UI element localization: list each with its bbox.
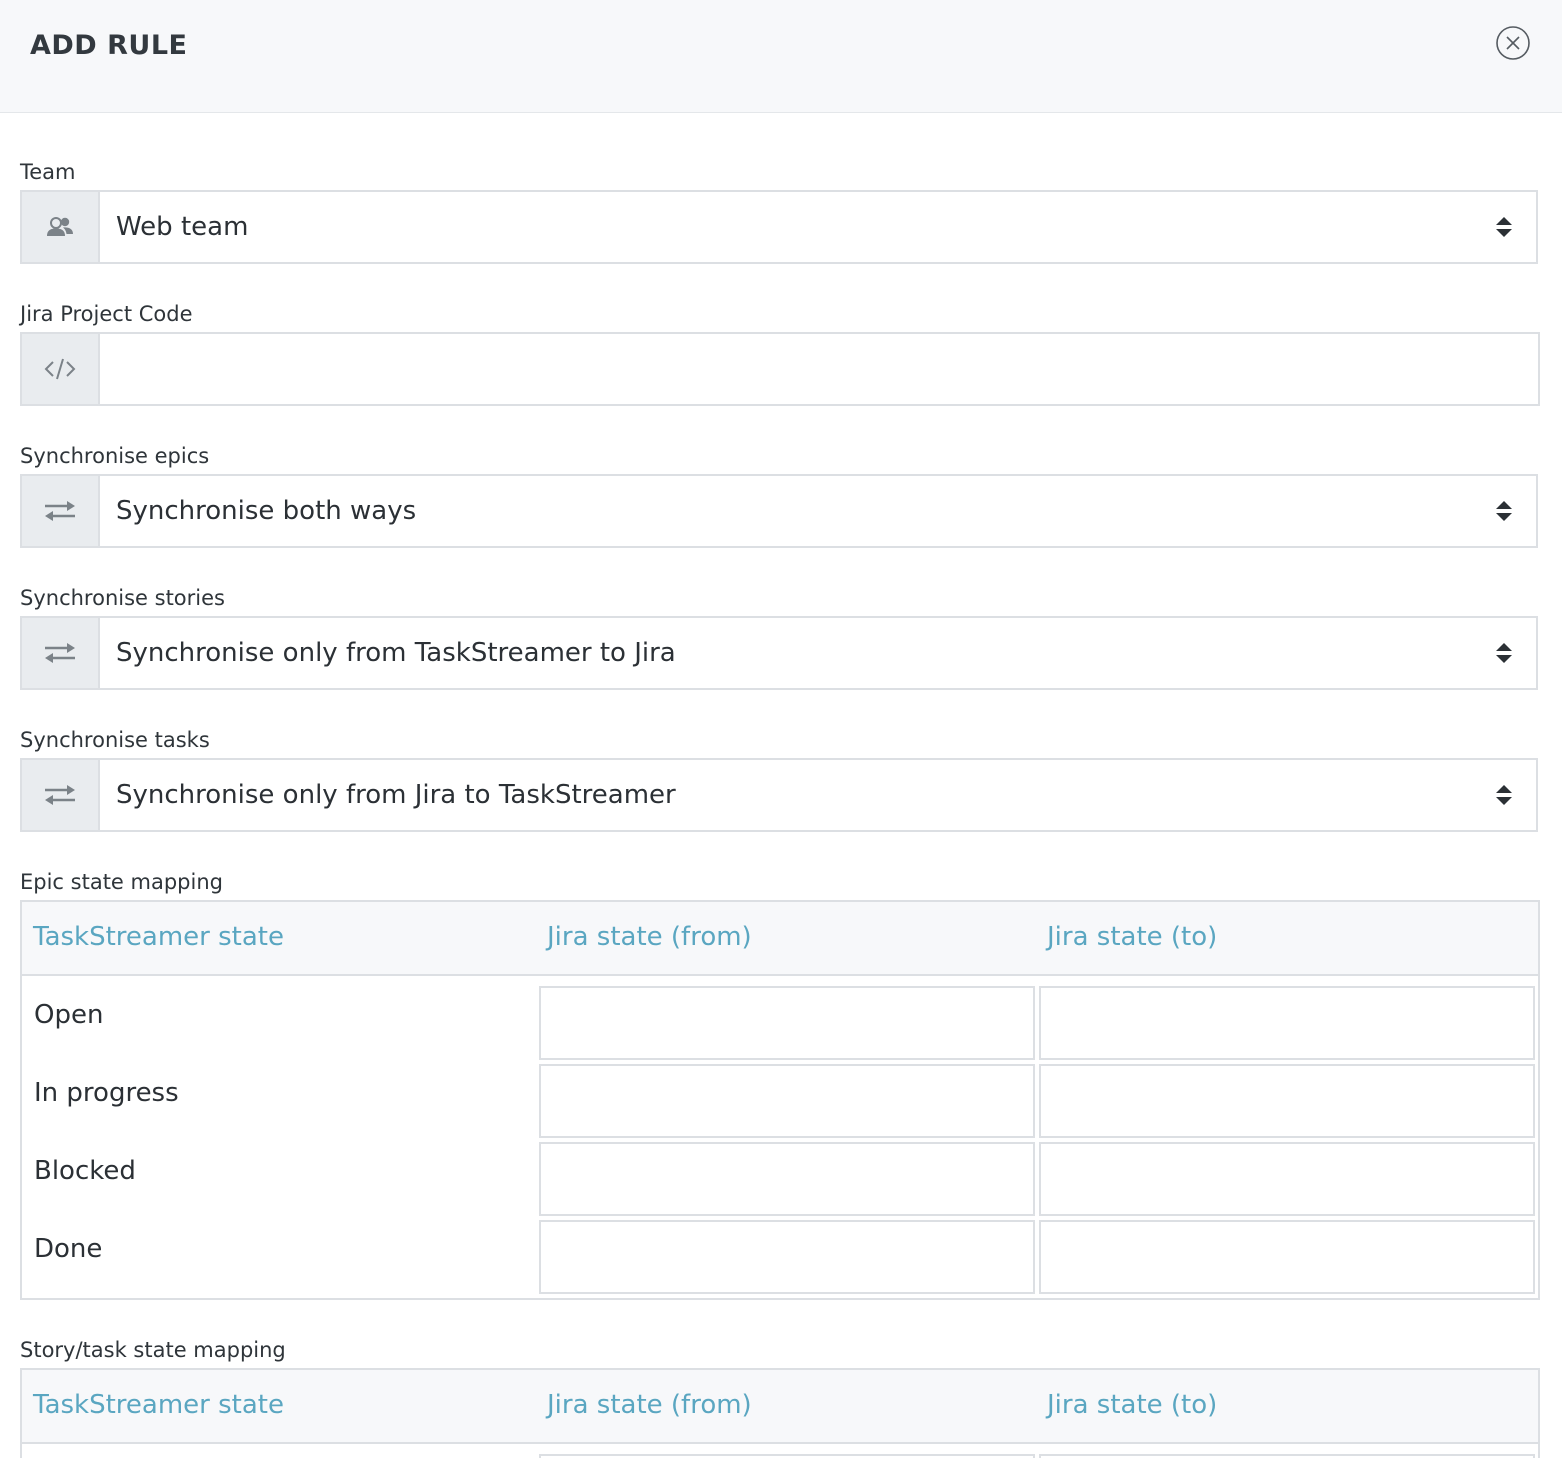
column-header-jira-state-to: Jira state (to) (1047, 1390, 1218, 1420)
sync-arrows-icon (45, 643, 75, 663)
sync-epics-addon (22, 476, 100, 546)
state-name: Done (34, 1234, 103, 1264)
team-select-value: Web team (116, 212, 249, 242)
sync-stories-label: Synchronise stories (20, 586, 225, 610)
jira-state-from-input[interactable] (539, 1220, 1035, 1294)
epic-mapping-label: Epic state mapping (20, 870, 223, 894)
code-icon (44, 358, 76, 380)
jira-state-from-input[interactable] (539, 986, 1035, 1060)
modal-title: ADD RULE (30, 30, 188, 61)
sync-tasks-select[interactable]: Synchronise only from Jira to TaskStream… (100, 760, 1536, 830)
sync-tasks-select-value: Synchronise only from Jira to TaskStream… (116, 780, 676, 810)
column-header-jira-state-from: Jira state (from) (547, 1390, 752, 1420)
sync-arrows-icon (45, 501, 75, 521)
epic-mapping-table: TaskStreamer state Jira state (from) Jir… (20, 900, 1540, 1300)
close-button[interactable] (1495, 25, 1531, 61)
column-header-jira-state-to: Jira state (to) (1047, 922, 1218, 952)
modal-header: ADD RULE (0, 0, 1562, 113)
jira-state-from-input[interactable] (539, 1064, 1035, 1138)
sync-epics-select[interactable]: Synchronise both ways (100, 476, 1536, 546)
team-label: Team (20, 160, 76, 184)
sync-stories-select-value: Synchronise only from TaskStreamer to Ji… (116, 638, 676, 668)
jira-state-to-input[interactable] (1039, 986, 1535, 1060)
close-circle-icon (1496, 26, 1530, 60)
state-name: Blocked (34, 1156, 136, 1186)
story-task-mapping-label: Story/task state mapping (20, 1338, 286, 1362)
state-name: Open (34, 1000, 104, 1030)
sync-arrows-icon (45, 785, 75, 805)
table-row: In progress (22, 1054, 1538, 1138)
add-rule-modal: ADD RULE Team Web team Jira Project Code… (0, 0, 1562, 1458)
jira-state-to-input[interactable] (1039, 1142, 1535, 1216)
epic-mapping-header: TaskStreamer state Jira state (from) Jir… (22, 902, 1538, 976)
state-name: In progress (34, 1078, 179, 1108)
select-caret-icon (1496, 217, 1512, 237)
sync-epics-group: Synchronise both ways (20, 474, 1538, 548)
sync-tasks-addon (22, 760, 100, 830)
column-header-jira-state-from: Jira state (from) (547, 922, 752, 952)
table-row: Open (22, 976, 1538, 1060)
story-task-mapping-header: TaskStreamer state Jira state (from) Jir… (22, 1370, 1538, 1444)
select-caret-icon (1496, 501, 1512, 521)
sync-stories-group: Synchronise only from TaskStreamer to Ji… (20, 616, 1538, 690)
team-addon (22, 192, 100, 262)
jira-state-to-input[interactable] (1039, 1220, 1535, 1294)
sync-epics-label: Synchronise epics (20, 444, 210, 468)
sync-stories-select[interactable]: Synchronise only from TaskStreamer to Ji… (100, 618, 1536, 688)
column-header-taskstreamer-state: TaskStreamer state (33, 922, 284, 952)
table-row: Blocked (22, 1132, 1538, 1216)
sync-epics-select-value: Synchronise both ways (116, 496, 417, 526)
jira-project-code-label: Jira Project Code (20, 302, 193, 326)
jira-state-to-input[interactable] (1039, 1454, 1535, 1458)
jira-project-code-input[interactable] (100, 334, 1538, 404)
jira-state-from-input[interactable] (539, 1454, 1035, 1458)
team-select[interactable]: Web team (100, 192, 1536, 262)
sync-tasks-group: Synchronise only from Jira to TaskStream… (20, 758, 1538, 832)
select-caret-icon (1496, 785, 1512, 805)
table-row: Done (22, 1210, 1538, 1294)
jira-state-to-input[interactable] (1039, 1064, 1535, 1138)
jira-state-from-input[interactable] (539, 1142, 1035, 1216)
sync-tasks-label: Synchronise tasks (20, 728, 210, 752)
jira-project-code-group (20, 332, 1540, 406)
team-select-group: Web team (20, 190, 1538, 264)
select-caret-icon (1496, 643, 1512, 663)
sync-stories-addon (22, 618, 100, 688)
story-task-mapping-table: TaskStreamer state Jira state (from) Jir… (20, 1368, 1540, 1458)
code-addon (22, 334, 100, 404)
users-icon (47, 217, 73, 236)
column-header-taskstreamer-state: TaskStreamer state (33, 1390, 284, 1420)
